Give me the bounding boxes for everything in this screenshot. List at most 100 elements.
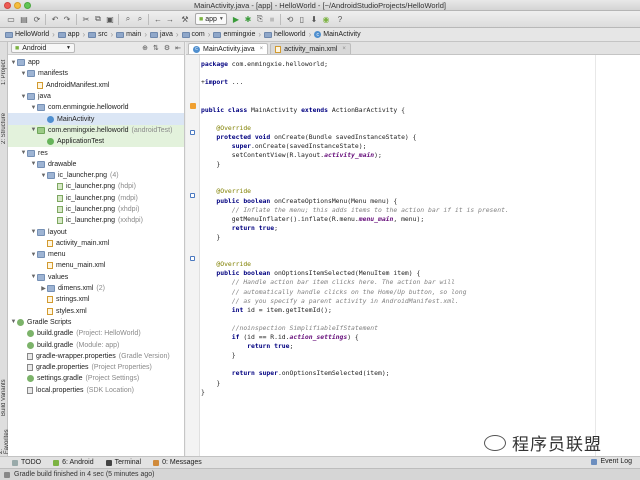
- tree-item[interactable]: gradle.properties (Project Properties): [8, 362, 184, 373]
- tab-build-variants[interactable]: Build Variants: [0, 372, 8, 424]
- tree-item[interactable]: strings.xml: [8, 294, 184, 305]
- replace-icon[interactable]: ⌕: [135, 14, 145, 24]
- editor-gutter[interactable]: [186, 55, 200, 456]
- avd-manager-icon[interactable]: ▯: [297, 14, 307, 24]
- cut-icon[interactable]: ✂: [81, 14, 91, 24]
- sync-gradle-icon[interactable]: ⟲: [285, 14, 295, 24]
- expand-arrow-icon[interactable]: ▼: [30, 252, 37, 258]
- tree-item[interactable]: ▼ drawable: [8, 159, 184, 170]
- run-icon[interactable]: ▶: [231, 14, 241, 24]
- tree-item[interactable]: ▼ manifests: [8, 68, 184, 79]
- make-project-icon[interactable]: ⚒: [180, 14, 190, 24]
- expand-arrow-icon[interactable]: ▼: [20, 150, 27, 156]
- breadcrumb-item-helloworld[interactable]: HelloWorld: [2, 31, 52, 38]
- code-area[interactable]: package com.enmingxie.helloworld; +import…: [201, 55, 640, 456]
- sync-scroll-icon[interactable]: ⊕: [142, 44, 148, 52]
- code-line: //noinspection SimplifiableIfStatement: [201, 324, 378, 333]
- expand-arrow-icon[interactable]: ▼: [20, 71, 27, 77]
- class-marker-icon[interactable]: [190, 103, 196, 109]
- tree-item[interactable]: build.gradle (Module: app): [8, 339, 184, 350]
- tree-item[interactable]: ▼ menu: [8, 249, 184, 260]
- override-marker-icon[interactable]: [190, 193, 195, 198]
- run-configuration-select[interactable]: ■ app ▼: [195, 13, 227, 25]
- expand-arrow-icon[interactable]: ▼: [20, 94, 27, 100]
- tab-project[interactable]: 1: Project: [0, 48, 8, 96]
- find-icon[interactable]: ⌕: [123, 14, 133, 24]
- paste-icon[interactable]: ▣: [105, 14, 115, 24]
- tree-item[interactable]: settings.gradle (Project Settings): [8, 373, 184, 384]
- breadcrumb-item-java[interactable]: java: [147, 31, 176, 38]
- tree-item[interactable]: ic_launcher.png (xxhdpi): [8, 215, 184, 226]
- breadcrumb-item-main[interactable]: main: [113, 31, 144, 38]
- collapse-arrow-icon[interactable]: ▶: [40, 285, 47, 292]
- tree-item[interactable]: ▼ com.enmingxie.helloworld (androidTest): [8, 124, 184, 137]
- breadcrumb-item-mainactivity[interactable]: c MainActivity: [311, 31, 363, 38]
- attach-debugger-icon[interactable]: ⎘: [255, 14, 265, 24]
- forward-icon[interactable]: →: [165, 14, 175, 24]
- tree-item[interactable]: ic_launcher.png (xhdpi): [8, 204, 184, 215]
- expand-arrow-icon[interactable]: ▼: [30, 229, 37, 235]
- tree-item[interactable]: ▼ res: [8, 147, 184, 158]
- tree-item[interactable]: activity_main.xml: [8, 238, 184, 249]
- breadcrumb-item-src[interactable]: src: [85, 31, 110, 38]
- tree-item[interactable]: ▼ Gradle Scripts: [8, 317, 184, 328]
- help-icon[interactable]: ?: [335, 14, 345, 24]
- tab-structure[interactable]: 2: Structure: [0, 102, 8, 154]
- tab-mainactivity-java[interactable]: c MainActivity.java ×: [188, 43, 269, 54]
- tree-item[interactable]: styles.xml: [8, 306, 184, 317]
- breadcrumb-item-com[interactable]: com: [179, 31, 208, 38]
- undo-icon[interactable]: ↶: [50, 14, 60, 24]
- breadcrumb-item-enmingxie[interactable]: enmingxie: [210, 31, 258, 38]
- breadcrumb-item-app[interactable]: app: [55, 31, 83, 38]
- tool-todo[interactable]: TODO: [12, 459, 41, 466]
- expand-arrow-icon[interactable]: ▼: [10, 319, 17, 325]
- save-all-icon[interactable]: ▤: [19, 14, 29, 24]
- redo-icon[interactable]: ↷: [62, 14, 72, 24]
- sdk-manager-icon[interactable]: ⬇: [309, 14, 319, 24]
- tree-item[interactable]: ▼ java: [8, 91, 184, 102]
- tree-item[interactable]: MainActivity: [8, 113, 184, 125]
- project-view-select[interactable]: ■ Android ▼: [11, 43, 75, 53]
- tree-item[interactable]: menu_main.xml: [8, 260, 184, 271]
- breadcrumb-item-helloworld-package[interactable]: helloworld: [261, 31, 309, 38]
- expand-arrow-icon[interactable]: ▼: [10, 60, 17, 66]
- close-icon[interactable]: ×: [260, 46, 264, 52]
- tree-item[interactable]: ▶ dimens.xml (2): [8, 283, 184, 294]
- tool-terminal[interactable]: Terminal: [105, 459, 141, 466]
- override-marker-icon[interactable]: [190, 256, 195, 261]
- tree-item[interactable]: gradle-wrapper.properties (Gradle Version…: [8, 351, 184, 362]
- tree-item[interactable]: ▼ app: [8, 57, 184, 68]
- expand-arrow-icon[interactable]: ▼: [30, 161, 37, 167]
- tab-activity-main-xml[interactable]: activity_main.xml ×: [270, 43, 351, 54]
- debug-icon[interactable]: ✱: [243, 14, 253, 24]
- gear-icon[interactable]: ⚙: [164, 44, 170, 52]
- tree-item[interactable]: ic_launcher.png (mdpi): [8, 193, 184, 204]
- tool-messages[interactable]: 0: Messages: [153, 459, 202, 466]
- tree-item[interactable]: ic_launcher.png (hdpi): [8, 181, 184, 192]
- collapse-all-icon[interactable]: ⇅: [153, 44, 159, 52]
- tree-item[interactable]: local.properties (SDK Location): [8, 385, 184, 396]
- tree-item[interactable]: build.gradle (Project: HelloWorld): [8, 328, 184, 339]
- expand-arrow-icon[interactable]: ▼: [30, 127, 37, 133]
- close-icon[interactable]: ×: [342, 46, 346, 52]
- hide-panel-icon[interactable]: ⇤: [175, 44, 181, 52]
- tree-item[interactable]: ▼ ic_launcher.png (4): [8, 170, 184, 181]
- back-icon[interactable]: ←: [153, 14, 163, 24]
- tree-item[interactable]: ApplicationTest: [8, 136, 184, 148]
- override-marker-icon[interactable]: [190, 130, 195, 135]
- expand-arrow-icon[interactable]: ▼: [30, 274, 37, 280]
- sync-icon[interactable]: ⟳: [32, 14, 42, 24]
- tree-item[interactable]: ▼ layout: [8, 226, 184, 237]
- android-monitor-icon[interactable]: ◉: [321, 14, 331, 24]
- open-folder-icon[interactable]: ▭: [6, 14, 16, 24]
- tree-item[interactable]: ▼ values: [8, 272, 184, 283]
- tree-item[interactable]: AndroidManifest.xml: [8, 80, 184, 91]
- tree-item[interactable]: ▼ com.enmingxie.helloworld: [8, 102, 184, 113]
- tool-android[interactable]: 6: Android: [53, 459, 94, 466]
- copy-icon[interactable]: ⧉: [93, 14, 103, 24]
- expand-arrow-icon[interactable]: ▼: [40, 173, 47, 179]
- expand-arrow-icon[interactable]: ▼: [30, 105, 37, 111]
- tool-event-log[interactable]: Event Log: [591, 458, 632, 465]
- stop-icon[interactable]: ■: [267, 14, 277, 24]
- tab-favorites[interactable]: 2: Favorites: [0, 430, 10, 455]
